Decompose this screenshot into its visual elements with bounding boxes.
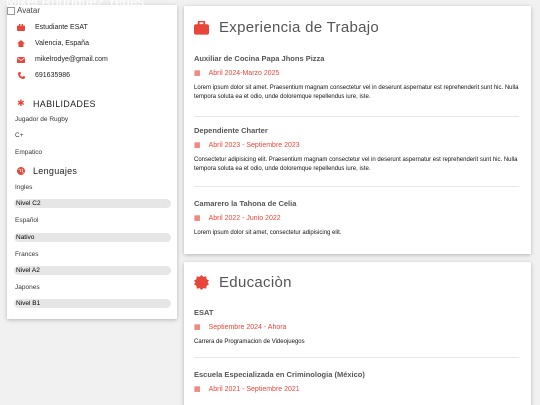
job-entry: Auxiliar de Cocina Papa Jhons Pizza ▦ Abr… <box>194 54 519 102</box>
globe-icon <box>15 167 27 175</box>
calendar-icon: ▦ <box>194 386 201 393</box>
skills-heading: ✱ HABILIDADES <box>15 98 96 109</box>
job-date: ▦ Abril 2024-Marzo 2025 <box>194 69 280 78</box>
divider <box>194 116 519 117</box>
calendar-icon: ▦ <box>194 142 201 149</box>
experience-card: Experiencia de Trabajo Auxiliar de Cocin… <box>184 6 531 254</box>
language-level-bar: Nivel C2 <box>14 199 171 208</box>
phone-icon <box>15 72 27 79</box>
email-row: mikelrodye@gmail.com <box>15 56 108 63</box>
language-level-bar: Nativo <box>14 233 171 242</box>
phone-text: 691635986 <box>35 72 71 79</box>
calendar-icon: ▦ <box>194 215 201 222</box>
education-card: Educaciòn ESAT ▦ Septiembre 2024 - Ahora … <box>184 262 531 405</box>
education-entry: ESAT ▦ Septiembre 2024 - Ahora Carrera de… <box>194 308 519 347</box>
email-text[interactable]: mikelrodye@gmail.com <box>35 56 108 63</box>
job-entry: Dependiente Charter ▦ Abril 2023 - Septie… <box>194 126 519 174</box>
skill-item: C+ <box>15 132 24 139</box>
language-name: Ingles <box>15 184 33 191</box>
location-text: Valencia, España <box>35 40 89 47</box>
asterisk-icon: ✱ <box>17 98 25 108</box>
job-title: Dependiente Charter <box>194 126 268 135</box>
job-title: Camarero la Tahona de Celia <box>194 199 297 208</box>
divider <box>194 357 519 358</box>
job-entry: Camarero la Tahona de Celia ▦ Abril 2022 … <box>194 199 519 238</box>
certificate-icon <box>194 275 209 290</box>
skill-item: Empatico <box>15 149 43 156</box>
location-row: Valencia, España <box>15 40 89 47</box>
job-date: ▦ Abril 2022 - Junio 2022 <box>194 214 281 223</box>
experience-heading: Experiencia de Trabajo <box>194 19 379 36</box>
briefcase-icon <box>194 20 209 35</box>
calendar-icon: ▦ <box>194 324 201 331</box>
language-level-bar: Nivel B1 <box>14 299 171 308</box>
job-description: Consectetur adipisicing elit. Praesentiu… <box>194 157 518 172</box>
education-date: ▦ Abril 2021 - Septiembre 2021 <box>194 385 300 394</box>
occupation-text: Estudiante ESAT <box>35 24 88 31</box>
briefcase-icon <box>15 24 27 31</box>
profile-name: Mikel Rodriguez Yedes <box>6 0 145 9</box>
education-description: Carrera de Programacion de Videojuegos <box>194 339 305 345</box>
job-description: Lorem ipsum dolor sit amet. Praesentium … <box>194 85 519 100</box>
job-date: ▦ Abril 2023 - Septiembre 2023 <box>194 141 300 150</box>
language-name: Japones <box>15 284 40 291</box>
language-name: Español <box>15 217 39 224</box>
language-name: Frances <box>15 251 39 258</box>
envelope-icon <box>15 56 27 63</box>
job-description: Lorem ipsum dolor sit amet, consectetur … <box>194 230 342 236</box>
education-heading: Educaciòn <box>194 274 292 291</box>
skill-item: Jugador de Rugby <box>15 116 69 123</box>
occupation-row: Estudiante ESAT <box>15 24 88 31</box>
home-icon <box>15 40 27 47</box>
divider <box>194 186 519 187</box>
languages-heading: Lenguajes <box>15 166 77 176</box>
phone-row: 691635986 <box>15 72 70 79</box>
education-title: ESAT <box>194 308 214 317</box>
education-date: ▦ Septiembre 2024 - Ahora <box>194 323 287 332</box>
language-level-bar: Nivel A2 <box>14 266 171 275</box>
education-title: Escuela Especializada en Criminologia (M… <box>194 370 365 379</box>
profile-card: Avatar Estudiante ESAT Valencia, España … <box>7 5 177 319</box>
calendar-icon: ▦ <box>194 70 201 77</box>
education-entry: Escuela Especializada en Criminologia (M… <box>194 370 519 393</box>
job-title: Auxiliar de Cocina Papa Jhons Pizza <box>194 54 325 63</box>
